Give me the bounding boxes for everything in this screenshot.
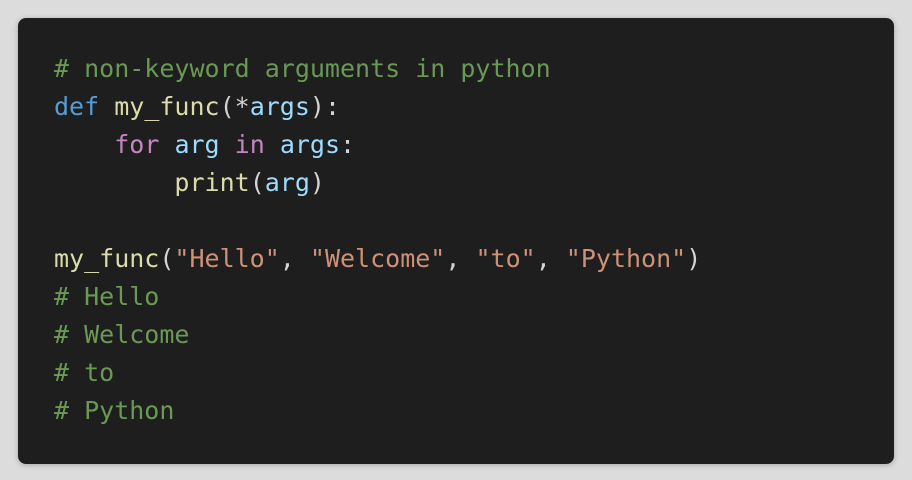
code-line: # Welcome xyxy=(54,316,701,354)
python-code-block: # non-keyword arguments in python def my_… xyxy=(54,50,701,430)
code-line: print(arg) xyxy=(54,164,701,202)
code-line: # Python xyxy=(54,392,701,430)
code-punctuation: ) xyxy=(309,168,325,197)
code-line: # to xyxy=(54,354,701,392)
code-punctuation xyxy=(54,130,114,159)
code-punctuation xyxy=(265,130,280,159)
code-string-literal: "Python" xyxy=(565,244,687,273)
code-line: # non-keyword arguments in python xyxy=(54,50,701,88)
code-punctuation xyxy=(220,130,235,159)
code-comment: # to xyxy=(54,358,115,387)
code-string-literal: "Hello" xyxy=(174,244,280,273)
code-string-literal: "Welcome" xyxy=(309,244,446,273)
code-keyword: def xyxy=(54,92,100,121)
code-line: my_func("Hello", "Welcome", "to", "Pytho… xyxy=(54,240,701,278)
code-variable: args xyxy=(279,130,341,159)
code-comment: # Python xyxy=(54,396,175,425)
code-function-name: my_func xyxy=(54,244,160,273)
code-variable: arg xyxy=(264,168,310,197)
code-function-name: print xyxy=(174,168,250,197)
code-punctuation: , xyxy=(445,244,476,273)
code-variable: arg xyxy=(174,130,220,159)
code-line: for arg in args: xyxy=(54,126,701,164)
code-line: # Hello xyxy=(54,278,701,316)
code-snippet-card: # non-keyword arguments in python def my_… xyxy=(18,18,894,464)
code-punctuation: ) xyxy=(686,244,702,273)
code-comment: # non-keyword arguments in python xyxy=(54,54,551,83)
code-string-literal: "to" xyxy=(475,244,536,273)
code-punctuation xyxy=(159,130,174,159)
code-punctuation: ( xyxy=(249,168,265,197)
code-punctuation: ): xyxy=(309,92,341,121)
code-comment: # Hello xyxy=(54,282,160,311)
code-punctuation: , xyxy=(279,244,310,273)
code-punctuation: ( xyxy=(159,244,175,273)
code-line: def my_func(*args): xyxy=(54,88,701,126)
code-control-keyword: for xyxy=(114,130,160,159)
code-punctuation xyxy=(54,168,174,197)
code-control-keyword: in xyxy=(234,130,265,159)
code-function-name: my_func xyxy=(114,92,220,121)
code-punctuation xyxy=(99,92,114,121)
code-punctuation: (* xyxy=(219,92,250,121)
code-punctuation: , xyxy=(535,244,566,273)
code-comment: # Welcome xyxy=(54,320,190,349)
code-variable: args xyxy=(249,92,310,121)
code-punctuation: : xyxy=(340,130,356,159)
